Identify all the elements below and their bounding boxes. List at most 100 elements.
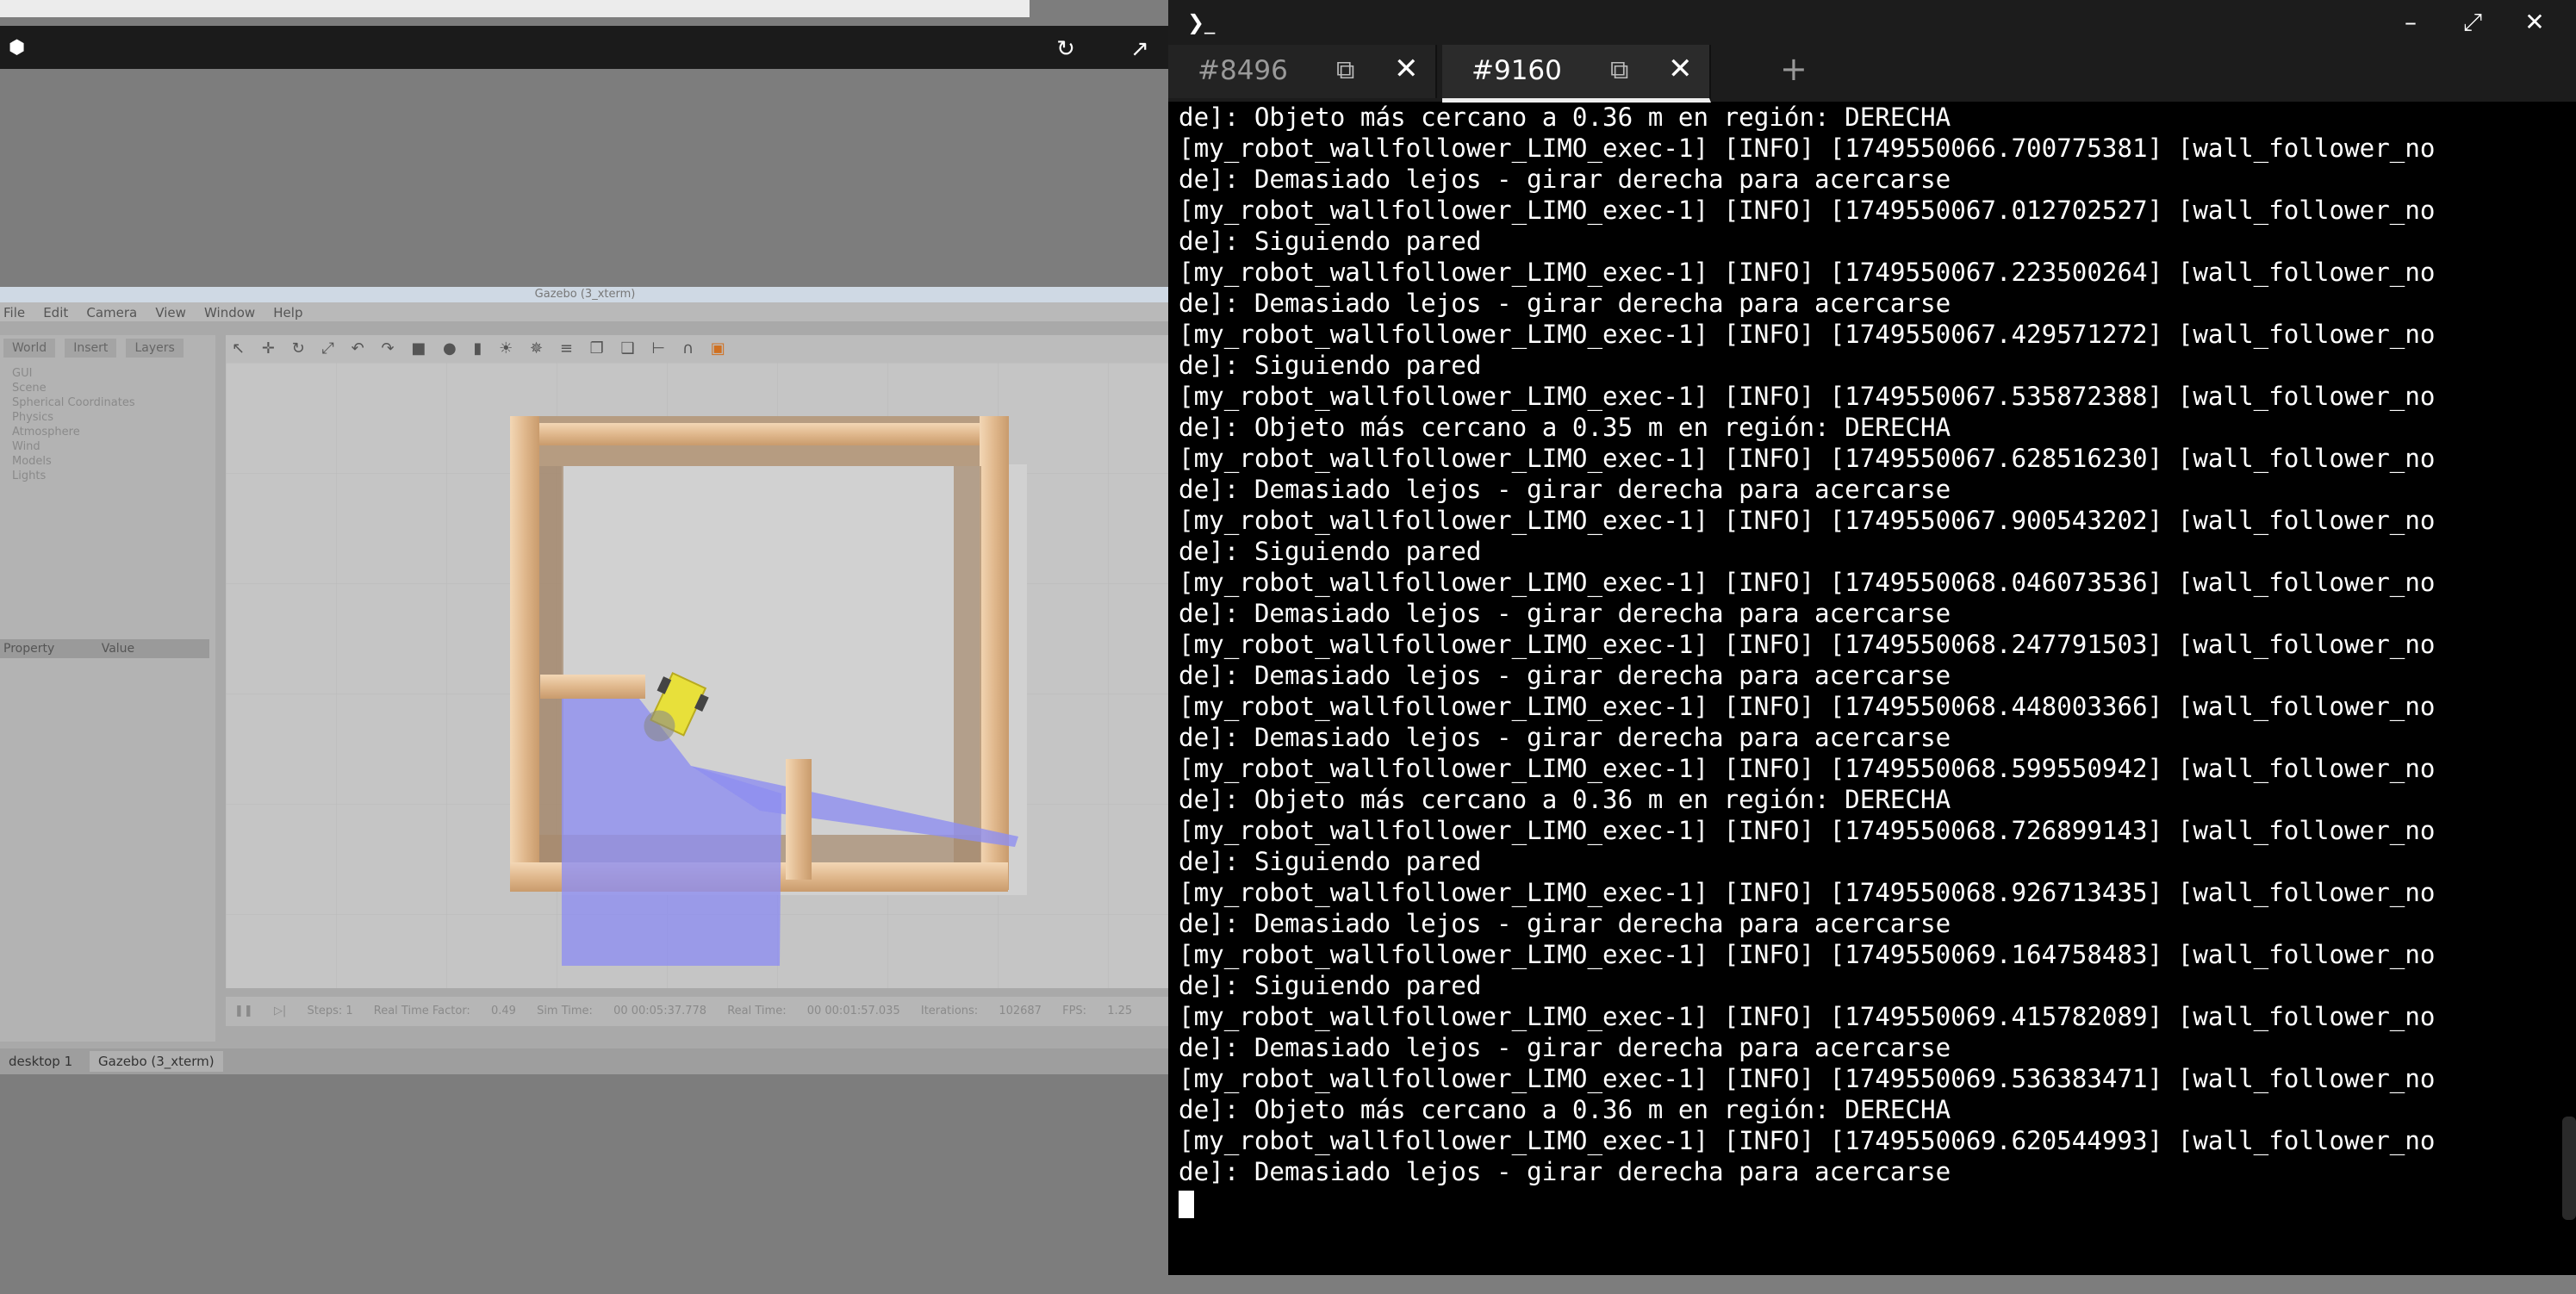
log-line: [my_robot_wallfollower_LIMO_exec-1] [INF… — [1179, 444, 2436, 473]
tab-layers[interactable]: Layers — [126, 339, 184, 358]
log-line: de]: Demasiado lejos - girar derecha par… — [1179, 723, 1951, 752]
log-line: [my_robot_wallfollower_LIMO_exec-1] [INF… — [1179, 816, 2436, 845]
new-tab-icon[interactable]: + — [1780, 50, 1808, 88]
log-line: de]: Demasiado lejos - girar derecha par… — [1179, 289, 1951, 318]
world-tree: GUI Scene Spherical Coordinates Physics … — [12, 366, 135, 483]
gazebo-menubar: File Edit Camera View Window Help — [0, 302, 1170, 321]
tab-world[interactable]: World — [3, 339, 56, 358]
terminal-tabbar: #8496 ⧉ ✕ #9160 ⧉ ✕ + — [1168, 45, 2576, 103]
log-line: [my_robot_wallfollower_LIMO_exec-1] [INF… — [1179, 320, 2436, 349]
step-icon[interactable]: ▷| — [274, 1005, 286, 1017]
log-line: de]: Demasiado lejos - girar derecha par… — [1179, 599, 1951, 628]
log-line: de]: Demasiado lejos - girar derecha par… — [1179, 165, 1951, 194]
iterations-value: 102687 — [999, 1005, 1042, 1017]
background-window-strip — [0, 0, 1030, 17]
translate-tool-icon[interactable]: ✛ — [262, 339, 275, 358]
paste-icon[interactable]: ❑ — [621, 339, 635, 358]
property-header: Property Value — [0, 639, 209, 658]
align-icon[interactable]: ⊢ — [651, 339, 665, 358]
cylinder-shape-icon[interactable]: ▮ — [473, 339, 482, 358]
sphere-shape-icon[interactable]: ● — [443, 339, 457, 358]
tab-8496[interactable]: #8496 ⧉ ✕ — [1168, 45, 1437, 98]
popout-icon[interactable]: ⧉ — [1336, 55, 1354, 85]
menu-view[interactable]: View — [155, 305, 186, 320]
sim-time-value: 00 00:05:37.778 — [613, 1005, 707, 1017]
gazebo-panel-tabs: World Insert Layers — [0, 335, 215, 358]
gazebo-statusbar: ❚❚ ▷| Steps: 1 Real Time Factor: 0.49 Si… — [226, 997, 1170, 1026]
maximize-icon[interactable]: ⤢ — [2455, 7, 2490, 38]
popout-icon[interactable]: ⧉ — [1610, 55, 1628, 85]
tree-item[interactable]: Scene — [12, 381, 135, 395]
log-line: de]: Siguiendo pared — [1179, 351, 1482, 380]
close-window-icon[interactable]: ✕ — [2517, 7, 2552, 38]
screenshot-icon[interactable]: ▣ — [711, 339, 725, 358]
log-line: de]: Siguiendo pared — [1179, 227, 1482, 256]
pause-icon[interactable]: ❚❚ — [234, 1005, 253, 1017]
rotate-tool-icon[interactable]: ↻ — [292, 339, 305, 358]
log-line: [my_robot_wallfollower_LIMO_exec-1] [INF… — [1179, 1064, 2436, 1093]
gazebo-3d-viewport[interactable] — [226, 363, 1170, 988]
minimize-icon[interactable]: – — [2393, 7, 2428, 38]
tree-item[interactable]: Lights — [12, 469, 135, 483]
copy-icon[interactable]: ❐ — [590, 339, 604, 358]
value-col: Value — [101, 642, 135, 656]
desktop-switcher[interactable]: desktop 1 — [0, 1051, 81, 1072]
tree-item[interactable]: Wind — [12, 439, 135, 454]
menu-help[interactable]: Help — [273, 305, 302, 320]
redo-icon[interactable]: ↷ — [381, 339, 394, 358]
taskbar-app-gazebo[interactable]: Gazebo (3_xterm) — [90, 1051, 223, 1072]
snap-icon[interactable]: ∩ — [682, 339, 694, 358]
tree-item[interactable]: Atmosphere — [12, 425, 135, 439]
log-line: de]: Objeto más cercano a 0.36 m en regi… — [1179, 1095, 1951, 1124]
directional-light-icon[interactable]: ≡ — [560, 339, 573, 358]
menu-window[interactable]: Window — [204, 305, 255, 320]
tree-item[interactable]: Models — [12, 454, 135, 469]
log-line: de]: Siguiendo pared — [1179, 971, 1482, 1000]
log-line: de]: Demasiado lejos - girar derecha par… — [1179, 909, 1951, 938]
log-line: [my_robot_wallfollower_LIMO_exec-1] [INF… — [1179, 940, 2436, 969]
spot-light-icon[interactable]: ✵ — [530, 339, 543, 358]
open-external-icon[interactable]: ↗ — [1127, 36, 1153, 62]
log-line: [my_robot_wallfollower_LIMO_exec-1] [INF… — [1179, 692, 2436, 721]
vnc-toolbar: ⬢ ↻ ↗ — [0, 26, 1170, 69]
terminal-scrollbar[interactable] — [2562, 1117, 2576, 1220]
tab-label: #8496 — [1198, 55, 1288, 86]
terminal-titlebar: ❯_ – ⤢ ✕ — [1168, 0, 2576, 45]
tree-item[interactable]: GUI — [12, 366, 135, 381]
log-line: de]: Objeto más cercano a 0.35 m en regi… — [1179, 413, 1951, 442]
log-line: de]: Objeto más cercano a 0.36 m en regi… — [1179, 103, 1951, 132]
log-line: [my_robot_wallfollower_LIMO_exec-1] [INF… — [1179, 134, 2436, 163]
steps-field[interactable]: Steps: 1 — [307, 1005, 352, 1017]
scale-tool-icon[interactable]: ⤢ — [321, 339, 333, 358]
menu-camera[interactable]: Camera — [86, 305, 137, 320]
tab-insert[interactable]: Insert — [65, 339, 117, 358]
point-light-icon[interactable]: ☀ — [499, 339, 513, 358]
tab-label: #9160 — [1472, 55, 1562, 86]
log-line: de]: Demasiado lejos - girar derecha par… — [1179, 475, 1951, 504]
tree-item[interactable]: Physics — [12, 410, 135, 425]
log-line: [my_robot_wallfollower_LIMO_exec-1] [INF… — [1179, 382, 2436, 411]
menu-file[interactable]: File — [3, 305, 25, 320]
select-tool-icon[interactable]: ↖ — [232, 339, 245, 358]
tree-item[interactable]: Spherical Coordinates — [12, 395, 135, 410]
log-line: [my_robot_wallfollower_LIMO_exec-1] [INF… — [1179, 630, 2436, 659]
real-time-value: 00 00:01:57.035 — [806, 1005, 900, 1017]
gazebo-window: Gazebo (3_xterm) File Edit Camera View W… — [0, 287, 1170, 1055]
undo-icon[interactable]: ↶ — [352, 339, 364, 358]
fps-label: FPS: — [1062, 1005, 1087, 1017]
log-line: [my_robot_wallfollower_LIMO_exec-1] [INF… — [1179, 878, 2436, 907]
sim-time-label: Sim Time: — [537, 1005, 593, 1017]
close-tab-icon[interactable]: ✕ — [1394, 52, 1419, 86]
vnc-logo-icon: ⬢ — [9, 37, 26, 59]
menu-edit[interactable]: Edit — [43, 305, 68, 320]
gazebo-title: Gazebo (3_xterm) — [0, 287, 1170, 302]
close-tab-icon[interactable]: ✕ — [1668, 52, 1693, 86]
box-shape-icon[interactable]: ■ — [411, 339, 426, 358]
tab-9160[interactable]: #9160 ⧉ ✕ — [1442, 45, 1711, 103]
refresh-icon[interactable]: ↻ — [1053, 36, 1079, 62]
fps-value: 1.25 — [1107, 1005, 1133, 1017]
terminal-icon: ❯_ — [1187, 10, 1216, 34]
iterations-label: Iterations: — [920, 1005, 979, 1017]
terminal-output[interactable]: de]: Objeto más cercano a 0.36 m en regi… — [1179, 102, 2557, 1241]
log-line: de]: Objeto más cercano a 0.36 m en regi… — [1179, 785, 1951, 814]
